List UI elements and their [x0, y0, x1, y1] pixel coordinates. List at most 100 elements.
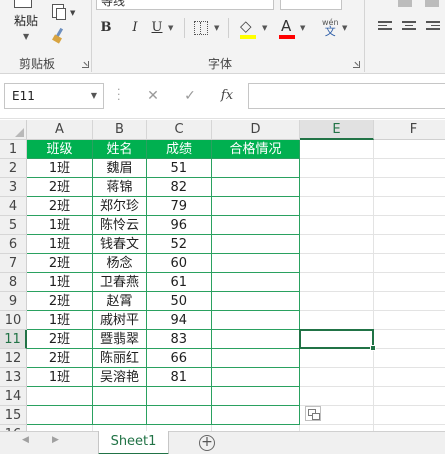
column-header-f[interactable]: F	[374, 120, 445, 140]
cell-f5[interactable]	[374, 216, 445, 235]
name-box[interactable]: E11 ▼	[4, 83, 104, 109]
cell-c3[interactable]: 82	[147, 178, 212, 197]
cell-d7[interactable]	[212, 254, 300, 273]
sheet-tab-sheet1[interactable]: Sheet1	[98, 431, 169, 454]
row-header-15[interactable]: 15	[0, 406, 27, 425]
cell-d14[interactable]	[212, 387, 300, 406]
cell-d3[interactable]	[212, 178, 300, 197]
cell-c7[interactable]: 60	[147, 254, 212, 273]
font-color-dropdown-icon[interactable]: ▼	[300, 24, 305, 32]
fill-handle[interactable]	[370, 345, 376, 351]
clipboard-launcher-icon[interactable]	[82, 61, 89, 68]
cell-d2[interactable]	[212, 159, 300, 178]
cell-c6[interactable]: 52	[147, 235, 212, 254]
column-header-c[interactable]: C	[147, 120, 212, 140]
font-launcher-icon[interactable]	[353, 61, 360, 68]
cell-e2[interactable]	[300, 159, 374, 178]
cell-c5[interactable]: 96	[147, 216, 212, 235]
prev-sheet-icon[interactable]: ◀	[22, 435, 29, 445]
row-header-13[interactable]: 13	[0, 368, 27, 387]
cell-a3[interactable]: 2班	[27, 178, 93, 197]
cell-c13[interactable]: 81	[147, 368, 212, 387]
cell-b7[interactable]: 杨念	[93, 254, 147, 273]
name-box-dropdown-icon[interactable]: ▼	[91, 84, 97, 108]
row-header-9[interactable]: 9	[0, 292, 27, 311]
formula-input[interactable]	[248, 83, 445, 109]
row-header-14[interactable]: 14	[0, 387, 27, 406]
cell-f1[interactable]	[374, 140, 445, 159]
copy-icon[interactable]	[52, 4, 66, 20]
cell-a8[interactable]: 1班	[27, 273, 93, 292]
quick-analysis-icon[interactable]	[305, 406, 321, 421]
add-sheet-icon[interactable]: +	[199, 435, 215, 451]
cell-c9[interactable]: 50	[147, 292, 212, 311]
cell-f6[interactable]	[374, 235, 445, 254]
cell-c14[interactable]	[147, 387, 212, 406]
enter-icon[interactable]: ✓	[179, 85, 201, 107]
cell-b2[interactable]: 魏眉	[93, 159, 147, 178]
cell-b4[interactable]: 郑尔珍	[93, 197, 147, 216]
cell-b1[interactable]: 姓名	[93, 140, 147, 159]
row-header-3[interactable]: 3	[0, 178, 27, 197]
cell-e4[interactable]	[300, 197, 374, 216]
cell-e10[interactable]	[300, 311, 374, 330]
cell-c1[interactable]: 成绩	[147, 140, 212, 159]
paste-icon[interactable]	[14, 0, 32, 8]
cell-a2[interactable]: 1班	[27, 159, 93, 178]
cell-a14[interactable]	[27, 387, 93, 406]
cell-f8[interactable]	[374, 273, 445, 292]
cell-b6[interactable]: 钱春文	[93, 235, 147, 254]
cell-d5[interactable]	[212, 216, 300, 235]
cell-b11[interactable]: 暨翡翠	[93, 330, 147, 349]
cell-f4[interactable]	[374, 197, 445, 216]
column-header-a[interactable]: A	[27, 120, 93, 140]
cell-f3[interactable]	[374, 178, 445, 197]
paste-dropdown-icon[interactable]: ▼	[23, 32, 29, 41]
align-top-icon[interactable]	[398, 0, 412, 7]
cell-c10[interactable]: 94	[147, 311, 212, 330]
cell-d4[interactable]	[212, 197, 300, 216]
cell-f14[interactable]	[374, 387, 445, 406]
align-middle-icon[interactable]	[425, 0, 439, 7]
phonetic-dropdown-icon[interactable]: ▼	[342, 24, 347, 32]
cell-e7[interactable]	[300, 254, 374, 273]
spreadsheet-grid[interactable]: A B C D E F 1 班级 姓名 成绩 合格情况 2 1班 魏眉 51 3 2班 蒋锦 82 4 2班 郑尔珍 79 5…	[0, 120, 445, 431]
cell-c2[interactable]: 51	[147, 159, 212, 178]
select-all-button[interactable]	[0, 120, 27, 140]
row-header-7[interactable]: 7	[0, 254, 27, 273]
drag-handle-icon[interactable]: · · ·	[117, 84, 121, 105]
row-header-4[interactable]: 4	[0, 197, 27, 216]
cell-f12[interactable]	[374, 349, 445, 368]
row-header-10[interactable]: 10	[0, 311, 27, 330]
align-right-icon[interactable]	[426, 21, 440, 33]
cell-a15[interactable]	[27, 406, 93, 425]
cell-e3[interactable]	[300, 178, 374, 197]
insert-function-icon[interactable]: fx	[216, 85, 238, 107]
paste-button[interactable]: 粘贴	[14, 12, 38, 29]
cell-a6[interactable]: 1班	[27, 235, 93, 254]
cell-a4[interactable]: 2班	[27, 197, 93, 216]
phonetic-guide-icon[interactable]: wén 文	[322, 18, 339, 37]
column-header-b[interactable]: B	[93, 120, 147, 140]
cell-c15[interactable]	[147, 406, 212, 425]
cell-c11[interactable]: 83	[147, 330, 212, 349]
cell-c12[interactable]: 66	[147, 349, 212, 368]
cell-e12[interactable]	[300, 349, 374, 368]
cell-b3[interactable]: 蒋锦	[93, 178, 147, 197]
cell-b5[interactable]: 陈怜云	[93, 216, 147, 235]
cell-e14[interactable]	[300, 387, 374, 406]
cell-e6[interactable]	[300, 235, 374, 254]
row-header-6[interactable]: 6	[0, 235, 27, 254]
cell-d11[interactable]	[212, 330, 300, 349]
cell-b15[interactable]	[93, 406, 147, 425]
column-header-d[interactable]: D	[212, 120, 300, 140]
copy-dropdown-icon[interactable]: ▼	[70, 6, 75, 20]
cell-d8[interactable]	[212, 273, 300, 292]
cell-a7[interactable]: 2班	[27, 254, 93, 273]
column-header-e[interactable]: E	[300, 120, 374, 140]
cell-e13[interactable]	[300, 368, 374, 387]
font-size-combo[interactable]	[280, 0, 342, 10]
cell-d10[interactable]	[212, 311, 300, 330]
underline-dropdown-icon[interactable]: ▼	[168, 24, 173, 32]
cell-b8[interactable]: 卫春燕	[93, 273, 147, 292]
